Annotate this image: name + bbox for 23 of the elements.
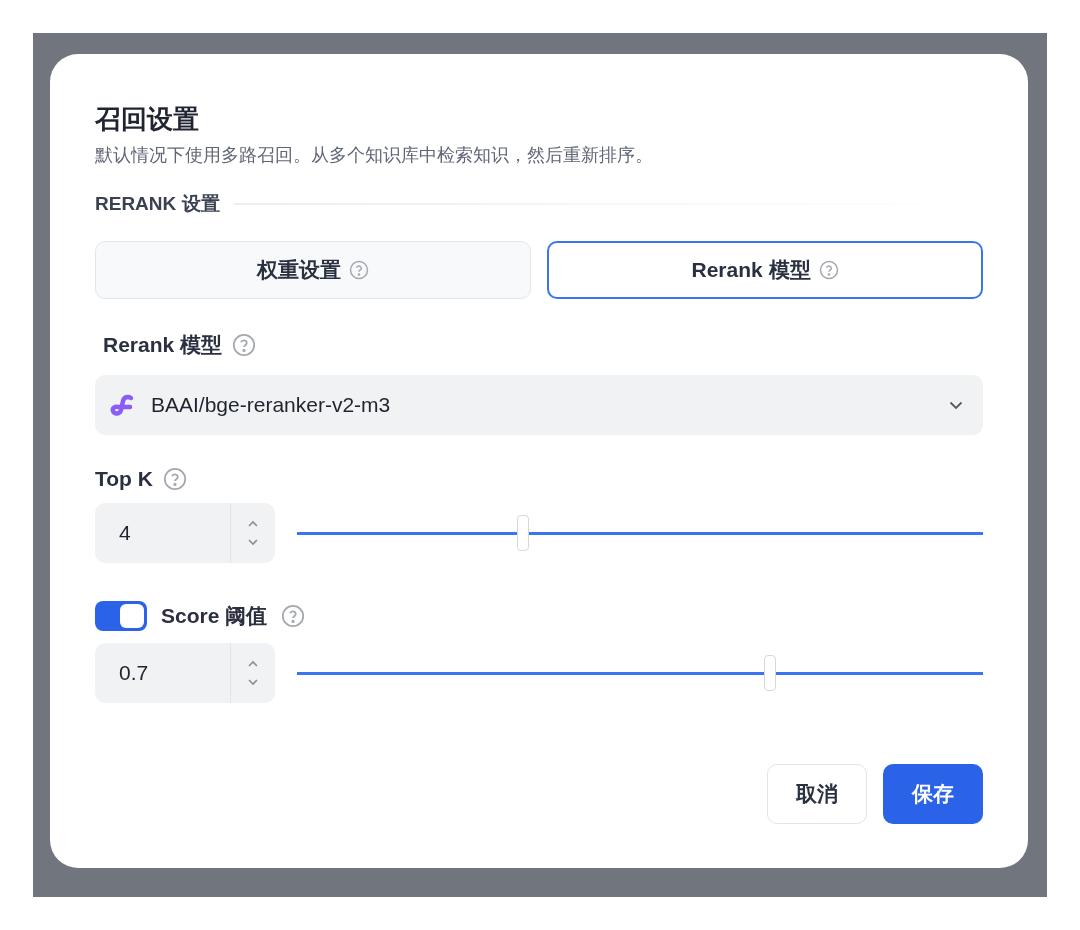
save-button[interactable]: 保存 [883,764,983,824]
field-label: Top K [95,467,153,491]
help-icon [232,333,257,357]
logo-icon [109,392,135,418]
toggle-switch[interactable] [95,601,147,631]
mode-tab[interactable]: Rerank 模型 [547,241,983,299]
slider-thumb[interactable] [517,515,530,551]
help-icon [281,604,306,628]
field-label: Rerank 模型 [103,332,223,358]
help-icon [818,260,839,280]
slider-thumb[interactable] [764,655,777,691]
help-icon [162,467,187,491]
chevron-down-icon [949,400,963,410]
dialog-title: 召回设置 [95,103,200,136]
dialog-description: 默认情况下使用多路召回。从多个知识库中检索知识，然后重新排序。 [95,144,654,167]
model-select[interactable]: BAAI/bge-reranker-v2-m3 [95,375,983,435]
field-label: Score 阈值 [161,603,268,629]
section-title: RERANK 设置 [95,192,220,216]
number-input[interactable]: 0.7 [95,643,275,703]
number-input[interactable]: 4 [95,503,275,563]
cancel-button[interactable]: 取消 [767,764,867,824]
help-icon [349,260,369,280]
mode-tab[interactable]: 权重设置 [95,241,531,299]
